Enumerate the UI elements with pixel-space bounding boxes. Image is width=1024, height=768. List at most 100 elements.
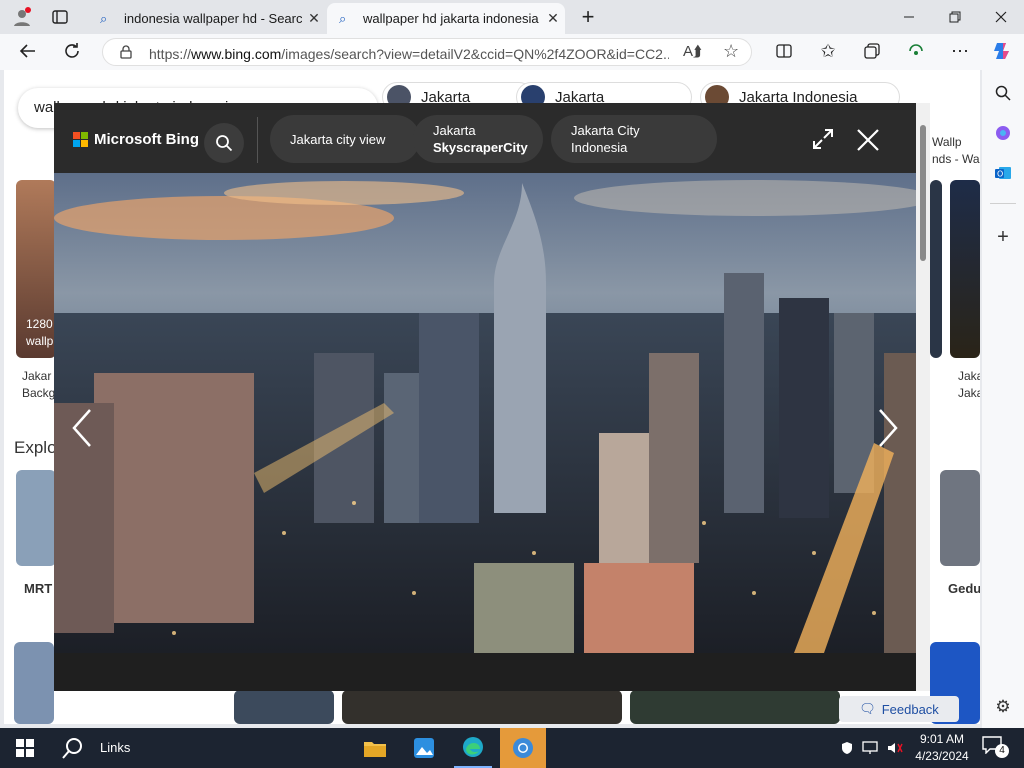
sidebar-search-button[interactable]	[990, 80, 1016, 106]
copilot-sidebar-icon	[996, 126, 1010, 140]
restore-icon	[949, 11, 961, 23]
edge-button[interactable]	[454, 728, 492, 768]
explore-label: MRT	[24, 581, 53, 596]
file-explorer-button[interactable]	[356, 728, 394, 768]
next-image-button[interactable]	[870, 403, 906, 453]
expand-button[interactable]	[811, 127, 835, 151]
close-window-button[interactable]	[986, 4, 1016, 30]
security-tray-button[interactable]	[838, 728, 856, 768]
suggestion-chip[interactable]: Jakarta City Indonesia	[551, 115, 717, 163]
search-icon	[216, 135, 233, 152]
result-thumbnail[interactable]	[14, 642, 54, 724]
result-thumbnail[interactable]	[234, 690, 334, 724]
result-thumbnail[interactable]	[342, 690, 622, 724]
collections-button[interactable]	[858, 38, 886, 64]
notification-center-button[interactable]: 4	[982, 736, 1009, 760]
feedback-icon: 🗨	[859, 701, 876, 716]
caption-line: Jakar	[22, 369, 52, 383]
url-field[interactable]: https://www.bing.com/images/search?view=…	[102, 38, 752, 66]
result-thumbnail[interactable]	[930, 180, 942, 358]
more-button[interactable]: ⋯	[946, 38, 974, 64]
performance-button[interactable]	[902, 38, 930, 64]
collections-icon	[864, 43, 880, 59]
close-modal-button[interactable]	[855, 127, 881, 153]
explore-thumbnail[interactable]	[940, 470, 980, 566]
copilot-button[interactable]	[988, 38, 1016, 64]
microsoft-logo-icon	[73, 132, 89, 148]
modal-header: Microsoft Bing Jakarta city view Jakarta…	[54, 103, 916, 173]
tab-wallpaper-jakarta[interactable]: ⌕ wallpaper hd jakarta indonesia - ✕	[327, 3, 565, 34]
back-button[interactable]	[14, 38, 42, 64]
profile-button[interactable]	[8, 4, 36, 30]
start-button[interactable]	[8, 728, 42, 768]
sidebar-settings-button[interactable]: ⚙	[990, 694, 1016, 720]
suggestion-chip[interactable]: Jakarta SkyscraperCity	[413, 115, 543, 163]
taskbar-search-button[interactable]	[56, 728, 90, 768]
tab-indonesia-wallpaper[interactable]: ⌕ indonesia wallpaper hd - Search ✕	[88, 3, 326, 34]
explore-thumbnail[interactable]	[16, 470, 56, 566]
sidebar-copilot-button[interactable]	[990, 120, 1016, 146]
network-icon	[862, 741, 878, 754]
split-screen-button[interactable]	[770, 38, 798, 64]
jakarta-skyline-image[interactable]	[54, 173, 916, 653]
chevron-right-icon	[879, 409, 898, 447]
add-icon: +	[997, 225, 1009, 248]
chrome-button[interactable]	[500, 728, 546, 768]
copilot-icon	[994, 43, 1009, 59]
taskbar-links-label[interactable]: Links	[100, 740, 130, 755]
close-tab-icon[interactable]: ✕	[302, 10, 326, 27]
volume-tray-button[interactable]	[884, 728, 906, 768]
tab-actions-button[interactable]	[46, 4, 74, 30]
result-thumbnail[interactable]	[630, 690, 840, 724]
feedback-button[interactable]: 🗨 Feedback	[839, 696, 959, 722]
more-icon: ⋯	[951, 40, 969, 61]
sidebar-divider	[990, 203, 1016, 204]
previous-image-button[interactable]	[64, 403, 100, 453]
split-screen-icon	[776, 44, 792, 58]
restore-button[interactable]	[940, 4, 970, 30]
volume-icon	[888, 743, 903, 753]
refresh-icon	[65, 43, 79, 58]
feedback-label: Feedback	[881, 701, 939, 717]
lock-icon	[120, 45, 132, 59]
favorites-button[interactable]: ✩	[814, 38, 842, 64]
chevron-left-icon	[72, 409, 91, 447]
suggestion-label: Jakarta city view	[290, 131, 386, 147]
minimize-icon	[904, 16, 914, 18]
url-prefix: https://	[149, 46, 192, 62]
suggestion-label: Jakarta	[433, 123, 476, 138]
result-caption: Wallp nds - Wa	[932, 134, 980, 168]
minimize-button[interactable]	[894, 4, 924, 30]
search-tab-icon: ⌕	[339, 10, 347, 26]
back-icon	[19, 44, 35, 58]
modal-search-button[interactable]	[204, 123, 244, 163]
sidebar-outlook-button[interactable]: O	[990, 160, 1016, 186]
result-caption: Jakar Backg	[22, 368, 55, 402]
caption-line: Backg	[22, 386, 56, 400]
result-thumbnail[interactable]	[950, 180, 980, 358]
caption-line: nds - Wa	[932, 152, 980, 166]
search-taskbar-icon	[62, 738, 82, 759]
taskbar-clock[interactable]: 9:01 AM 4/23/2024	[912, 731, 972, 765]
brand-label[interactable]: Microsoft Bing	[94, 131, 199, 148]
modal-scrollbar-thumb[interactable]	[920, 125, 926, 261]
network-tray-button[interactable]	[860, 728, 880, 768]
read-aloud-icon[interactable]: A⮭	[683, 43, 702, 60]
security-icon	[842, 742, 852, 754]
close-tab-icon[interactable]: ✕	[541, 10, 565, 27]
caption-line: Wallp	[932, 135, 962, 149]
favorite-icon[interactable]: ☆	[723, 41, 739, 62]
svg-text:O: O	[997, 170, 1003, 179]
refresh-button[interactable]	[58, 38, 86, 64]
close-icon	[857, 129, 879, 151]
edge-icon	[463, 737, 483, 757]
suggestion-chip[interactable]: Jakarta city view	[270, 115, 420, 163]
clock-date: 4/23/2024	[915, 749, 969, 763]
photos-button[interactable]	[405, 728, 443, 768]
suggestion-label: Jakarta City Indonesia	[571, 123, 640, 155]
header-divider	[257, 117, 258, 163]
new-tab-button[interactable]: +	[574, 4, 602, 30]
sidebar-add-button[interactable]: +	[990, 224, 1016, 250]
taskbar: Links 9:01 AM 4/23/2024 4	[0, 728, 1024, 768]
caption-line: Jaka	[958, 369, 980, 383]
